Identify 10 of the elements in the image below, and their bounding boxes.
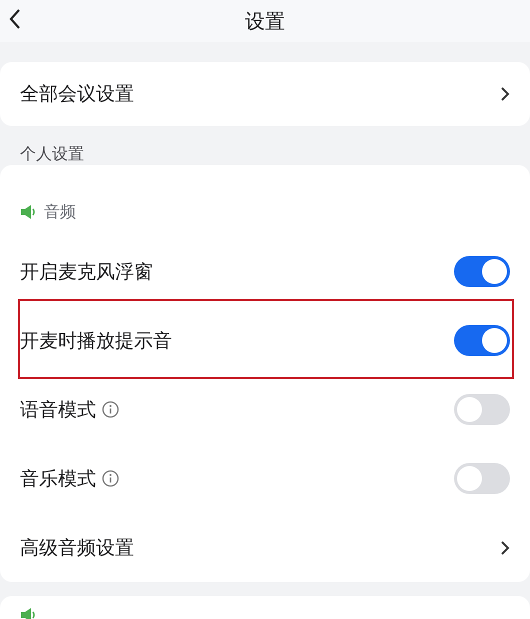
row-label: 语音模式 [20,398,96,422]
row-label: 开启麦克风浮窗 [20,260,153,284]
group-heading: 音频 [44,202,76,222]
page-title: 设置 [245,8,285,34]
row-label: 高级音频设置 [20,536,134,560]
row-label: 开麦时播放提示音 [20,328,172,354]
row-label: 全部会议设置 [20,82,134,107]
section-label: 个人设置 [19,143,85,165]
row-label: 音乐模式 [20,466,96,492]
settings-row[interactable]: 全部会议设置 [0,62,530,126]
